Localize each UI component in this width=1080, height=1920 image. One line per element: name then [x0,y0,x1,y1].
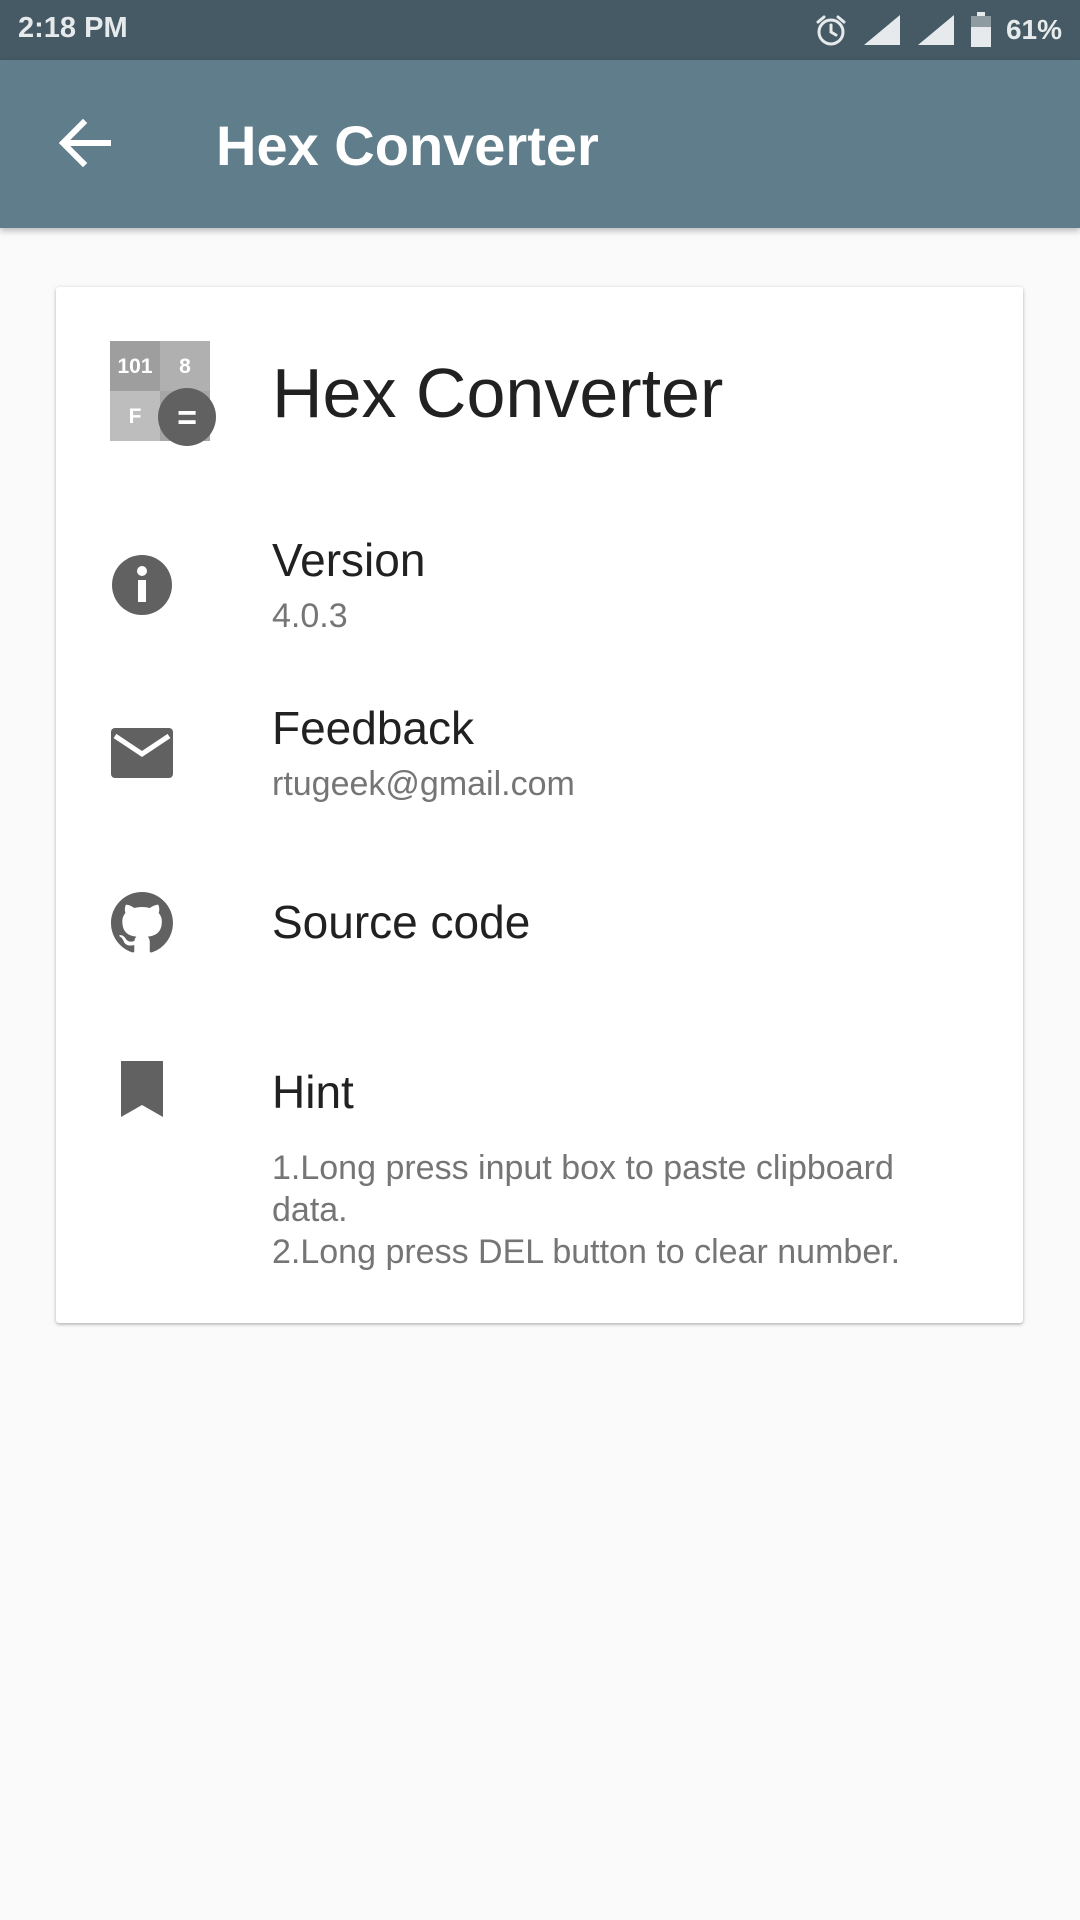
info-icon [110,553,174,617]
app-logo: 101 8 F = [110,341,230,451]
hint-text: 1.Long press input box to paste clipboar… [272,1147,972,1273]
logo-cell-8: 8 [179,355,191,378]
github-icon[interactable] [110,891,174,955]
signal-icon [916,13,956,47]
mail-icon[interactable] [110,721,174,785]
logo-cell-f: F [129,405,142,428]
app-bar: Hex Converter [0,60,1080,228]
feedback-email[interactable]: rtugeek@gmail.com [272,763,575,805]
battery-percent: 61% [1005,14,1062,45]
battery-icon [970,12,992,48]
feedback-title[interactable]: Feedback [272,701,474,755]
hint-line: 1.Long press input box to paste clipboar… [272,1149,894,1229]
status-icons: 61% [814,10,1062,50]
about-app-name: Hex Converter [272,354,724,432]
logo-equals-badge: = [177,399,197,437]
alarm-icon [814,13,848,47]
signal-icon [862,13,902,47]
hint-title: Hint [272,1066,354,1118]
logo-cell-101: 101 [117,355,152,378]
source-code-link[interactable]: Source code [272,895,530,949]
about-card: 101 8 F = Hex Converter Version 4.0.3 Fe… [56,287,1023,1323]
bookmark-icon [110,1057,174,1121]
hint-line: 2.Long press DEL button to clear number. [272,1233,901,1271]
version-title: Version [272,534,426,586]
arrow-back-icon [58,118,112,172]
version-value: 4.0.3 [272,597,348,635]
back-button[interactable] [40,100,130,190]
status-time: 2:18 PM [18,12,128,44]
app-bar-title: Hex Converter [216,114,599,177]
status-bar: 2:18 PM 61% [0,0,1080,60]
